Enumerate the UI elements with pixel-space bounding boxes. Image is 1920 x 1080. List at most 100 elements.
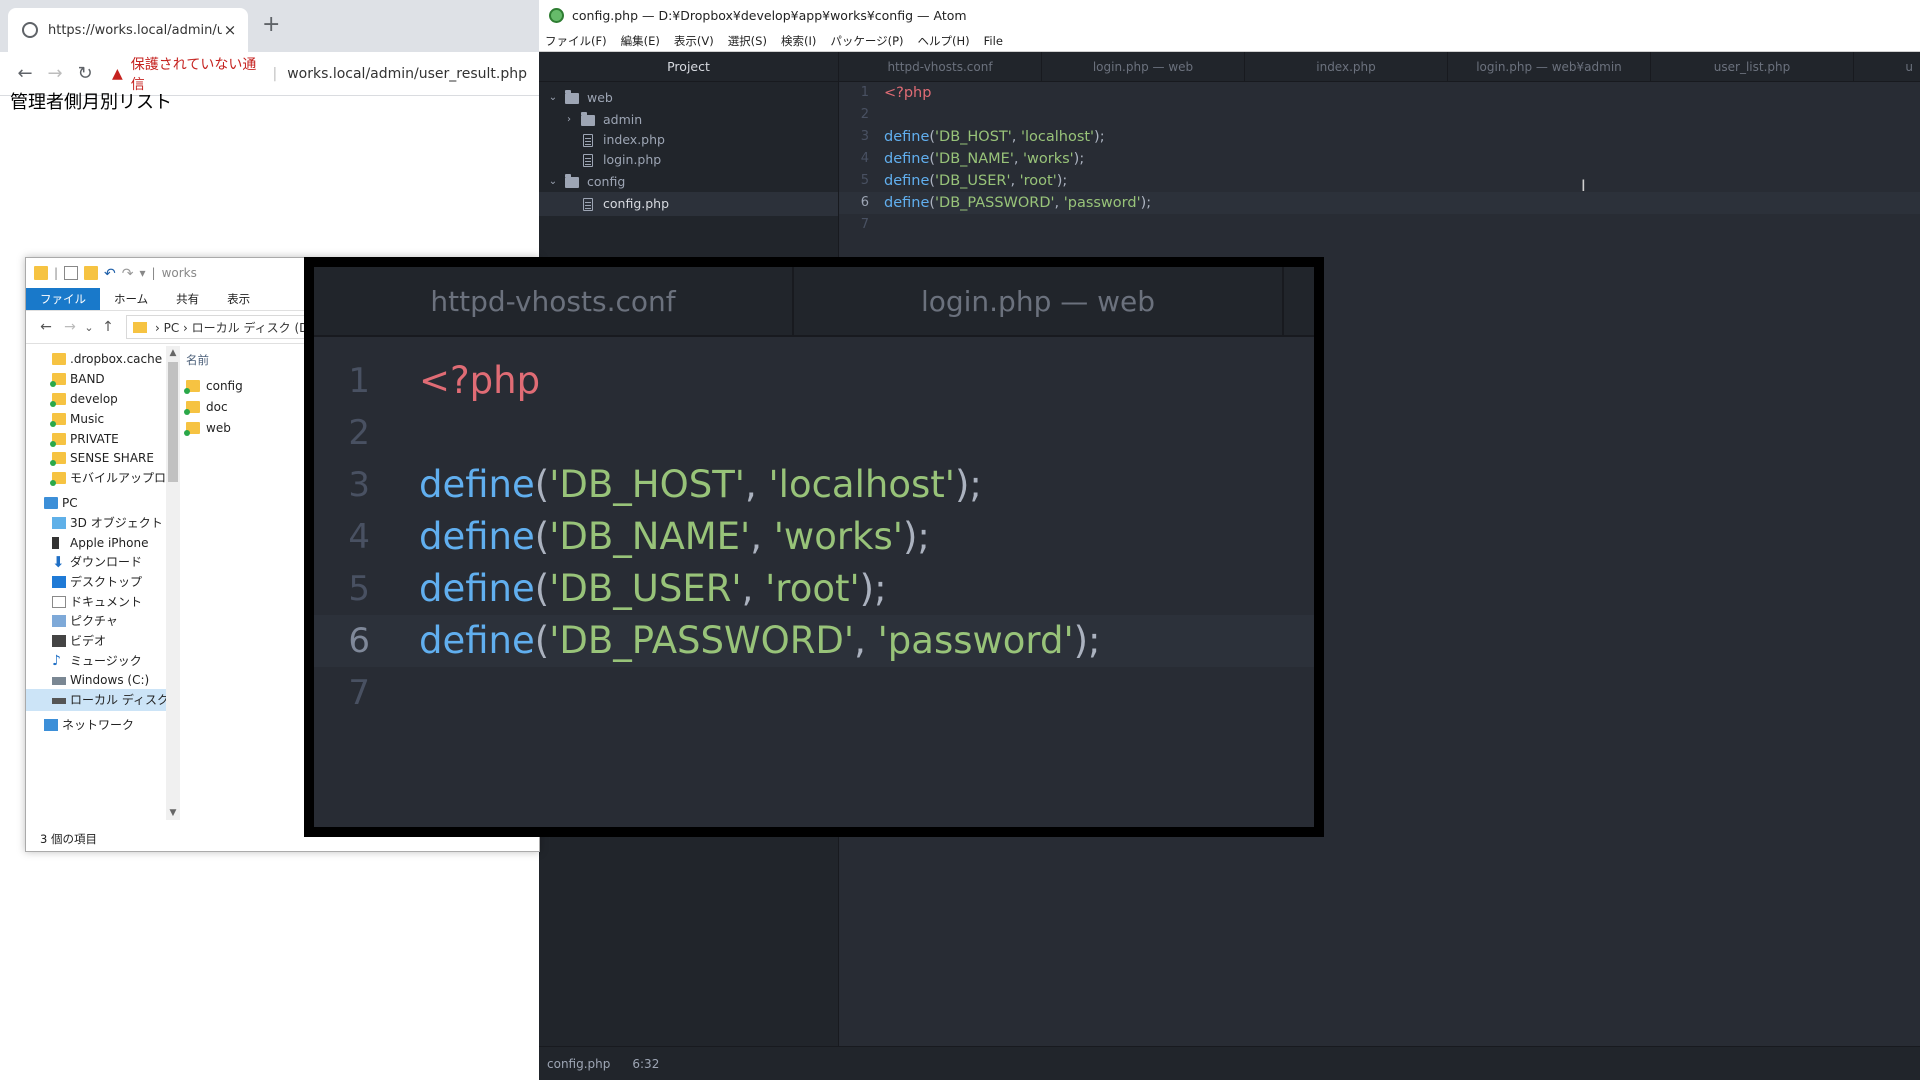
nav-item-17[interactable]: Windows (C:) bbox=[26, 669, 166, 691]
new-folder-icon[interactable] bbox=[84, 266, 99, 280]
editor-tab-1[interactable]: httpd-vhosts.conf bbox=[839, 52, 1042, 82]
nav-item-8[interactable]: PC bbox=[26, 492, 166, 514]
forward-button[interactable]: → bbox=[42, 63, 68, 84]
menu-selection[interactable]: 選択(S) bbox=[728, 33, 767, 49]
code-text: <?php bbox=[884, 82, 931, 104]
properties-icon[interactable] bbox=[64, 266, 79, 280]
nav-item-3[interactable]: develop bbox=[26, 388, 166, 410]
nav-item-11[interactable]: ⬇ ダウンロード bbox=[26, 551, 166, 573]
omnibox-separator: | bbox=[272, 65, 278, 82]
nav-item-6[interactable]: SENSE SHARE bbox=[26, 447, 166, 469]
code-line[interactable]: 2 bbox=[839, 104, 1920, 126]
status-cursor-position[interactable]: 6:32 bbox=[632, 1057, 659, 1071]
menu-help[interactable]: ヘルプ(H) bbox=[918, 33, 970, 49]
nav-item-4[interactable]: Music bbox=[26, 408, 166, 430]
menu-find[interactable]: 検索(I) bbox=[781, 33, 816, 49]
zoom-code-line: 4 define('DB_NAME', 'works'); bbox=[314, 511, 1314, 563]
zoom-code-text: define('DB_HOST', 'localhost'); bbox=[419, 459, 982, 511]
code-line[interactable]: 1 <?php bbox=[839, 82, 1920, 104]
editor-tab-bar: httpd-vhosts.conf login.php — web index.ph… bbox=[839, 52, 1920, 82]
ribbon-tab-home[interactable]: ホーム bbox=[100, 288, 162, 310]
atom-titlebar: config.php — D:¥Dropbox¥develop¥app¥work… bbox=[539, 0, 1920, 30]
explorer-address-path[interactable]: › PC › ローカル ディスク (D:) bbox=[155, 319, 317, 336]
ribbon-tab-view[interactable]: 表示 bbox=[213, 288, 264, 310]
code-line[interactable]: 4 define('DB_NAME', 'works'); bbox=[839, 148, 1920, 170]
nav-item-12[interactable]: デスクトップ bbox=[26, 571, 166, 593]
code-token: , bbox=[1054, 195, 1064, 211]
nav-item-7[interactable]: モバイルアップロード bbox=[26, 467, 166, 489]
atom-window-title: config.php — D:¥Dropbox¥develop¥app¥work… bbox=[572, 7, 967, 23]
explorer-back-button[interactable]: ← bbox=[34, 319, 58, 335]
line-number: 6 bbox=[860, 195, 869, 210]
code-line[interactable]: 6 define('DB_PASSWORD', 'password'); bbox=[839, 192, 1920, 214]
explorer-title: works bbox=[161, 266, 197, 280]
nav-item-18[interactable]: ローカル ディスク (D:) bbox=[26, 689, 166, 711]
code-text: define('DB_PASSWORD', 'password'); bbox=[884, 192, 1151, 214]
nav-item-label: ピクチャ bbox=[70, 614, 118, 628]
browser-tab-title: https://works.local/admin/user_r bbox=[48, 22, 222, 38]
code-text: define('DB_USER', 'root'); bbox=[884, 170, 1067, 192]
zoom-code-token: 'DB_USER' bbox=[549, 567, 742, 610]
menu-file[interactable]: ファイル(F) bbox=[545, 33, 607, 49]
undo-icon[interactable]: ↶ bbox=[104, 266, 116, 282]
folder-icon bbox=[52, 353, 66, 365]
status-file[interactable]: config.php bbox=[547, 1057, 610, 1071]
tree-item-web[interactable]: ⌄ web bbox=[539, 86, 838, 110]
menu-file-extra[interactable]: File bbox=[984, 34, 1003, 48]
editor-tab-4[interactable]: login.php — web¥admin bbox=[1448, 52, 1651, 82]
nav-item-label: Music bbox=[70, 412, 105, 426]
chevron-down-icon[interactable]: ⌄ bbox=[547, 86, 559, 110]
folder-icon bbox=[565, 90, 579, 104]
zoom-code-token: , bbox=[741, 567, 766, 610]
ribbon-tab-file[interactable]: ファイル bbox=[26, 288, 100, 310]
nav-item-9[interactable]: 3D オブジェクト bbox=[26, 512, 166, 534]
code-line[interactable]: 7 bbox=[839, 214, 1920, 236]
scroll-down-icon[interactable]: ▼ bbox=[166, 806, 180, 820]
explorer-forward-button[interactable]: → bbox=[58, 319, 82, 335]
nav-item-1[interactable]: .dropbox.cache bbox=[26, 348, 166, 370]
scroll-up-icon[interactable]: ▲ bbox=[166, 346, 180, 360]
back-button[interactable]: ← bbox=[12, 63, 38, 84]
tree-item-config-php[interactable]: config.php bbox=[539, 192, 838, 216]
editor-tab-6[interactable]: u bbox=[1854, 52, 1919, 82]
explorer-up-button[interactable]: ↑ bbox=[96, 319, 120, 335]
navigation-scrollbar[interactable]: ▲ ▼ bbox=[166, 346, 180, 820]
column-header-name[interactable]: 名前 bbox=[186, 352, 209, 368]
code-line[interactable]: 5 define('DB_USER', 'root'); bbox=[839, 170, 1920, 192]
tree-view-header[interactable]: Project bbox=[539, 52, 838, 82]
nav-item-2[interactable]: BAND bbox=[26, 368, 166, 390]
zoom-code-text: define('DB_USER', 'root'); bbox=[419, 563, 887, 615]
reload-button[interactable]: ↻ bbox=[72, 63, 98, 84]
zoom-code-token: 'DB_HOST' bbox=[549, 463, 745, 506]
menu-packages[interactable]: パッケージ(P) bbox=[830, 33, 903, 49]
tree-item-config[interactable]: ⌄ config bbox=[539, 170, 838, 194]
browser-tab[interactable]: https://works.local/admin/user_r × bbox=[8, 8, 248, 52]
close-tab-icon[interactable]: × bbox=[222, 21, 238, 39]
code-line[interactable]: 3 define('DB_HOST', 'localhost'); bbox=[839, 126, 1920, 148]
tree-item-login-php[interactable]: login.php bbox=[539, 148, 838, 172]
code-token: 'works' bbox=[1023, 151, 1074, 167]
nav-item-19[interactable]: ネットワーク bbox=[26, 714, 166, 736]
recent-locations-icon[interactable]: ⌄ bbox=[82, 321, 96, 334]
chevron-down-icon[interactable]: ⌄ bbox=[547, 170, 559, 194]
qat-more-icon[interactable]: ▾ bbox=[140, 266, 146, 280]
code-token: ); bbox=[1140, 195, 1152, 211]
zoom-code-token: 'root' bbox=[765, 567, 860, 610]
tree-item-label: web bbox=[587, 90, 613, 105]
ribbon-tab-share[interactable]: 共有 bbox=[162, 288, 213, 310]
warning-icon[interactable]: ▲ bbox=[112, 66, 123, 82]
nav-item-label: 3D オブジェクト bbox=[70, 516, 163, 530]
menu-edit[interactable]: 編集(E) bbox=[621, 33, 660, 49]
editor-tab-3[interactable]: index.php bbox=[1245, 52, 1448, 82]
file-icon bbox=[583, 198, 593, 211]
address-bar[interactable]: ▲ 保護されていない通信 | works.local/admin/user_re… bbox=[112, 54, 527, 94]
editor-tab-2[interactable]: login.php — web bbox=[1042, 52, 1245, 82]
scroll-thumb[interactable] bbox=[168, 362, 178, 482]
new-tab-button[interactable]: + bbox=[262, 14, 280, 36]
menu-view[interactable]: 表示(V) bbox=[674, 33, 714, 49]
redo-icon[interactable]: ↷ bbox=[122, 266, 134, 282]
editor-tab-5[interactable]: user_list.php bbox=[1651, 52, 1854, 82]
nav-item-15[interactable]: ビデオ bbox=[26, 630, 166, 652]
nav-item-14[interactable]: ピクチャ bbox=[26, 610, 166, 632]
url-text[interactable]: works.local/admin/user_result.php bbox=[287, 66, 527, 82]
